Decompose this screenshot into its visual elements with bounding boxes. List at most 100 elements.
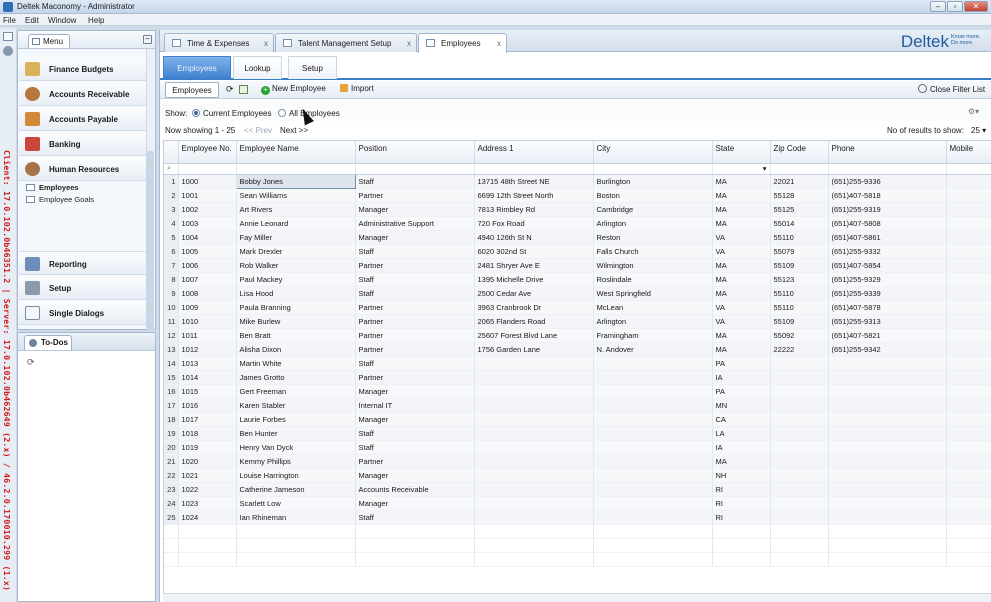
phone-cell[interactable]: (651)255-9313 (828, 314, 947, 329)
employee-no-cell[interactable]: 1024 (178, 510, 237, 525)
table-row[interactable]: 14 1013 Martin White Staff PA (164, 356, 991, 371)
city-cell[interactable]: Reston (593, 230, 713, 245)
phone-cell[interactable] (828, 356, 947, 371)
employee-name-cell[interactable]: Sean Williams (236, 188, 356, 203)
table-row[interactable]: 12 1011 Ben Bratt Partner 25607 Forest Blvd … (164, 328, 991, 343)
state-cell[interactable]: RI (712, 510, 771, 525)
employee-no-cell[interactable]: 1020 (178, 454, 237, 469)
table-row[interactable]: 23 1022 Catherine Jameson Accounts Receivab… (164, 482, 991, 497)
position-cell[interactable]: Administrative Support (355, 216, 475, 231)
table-row[interactable]: 25 1024 Ian Rhineman Staff RI (164, 510, 991, 525)
address-cell[interactable] (474, 510, 594, 525)
position-cell[interactable]: Staff (355, 426, 475, 441)
phone-cell[interactable]: (651)407-5818 (828, 188, 947, 203)
city-cell[interactable]: Arlington (593, 314, 713, 329)
info-icon[interactable] (3, 46, 13, 56)
city-cell[interactable] (593, 370, 713, 385)
employee-name-cell[interactable]: Louise Harrington (236, 468, 356, 483)
employee-no-cell[interactable]: 1019 (178, 440, 237, 455)
phone-cell[interactable] (828, 496, 947, 511)
position-cell[interactable]: Manager (355, 230, 475, 245)
mobile-cell[interactable] (946, 328, 991, 343)
table-row[interactable]: 18 1017 Laurie Forbes Manager CA (164, 412, 991, 427)
import-button[interactable]: Import (340, 84, 374, 93)
mobile-cell[interactable] (946, 482, 991, 497)
address-cell[interactable] (474, 398, 594, 413)
city-cell[interactable] (593, 440, 713, 455)
todo-tab[interactable]: To-Dos (24, 335, 72, 350)
employee-no-cell[interactable]: 1021 (178, 468, 237, 483)
employee-name-cell[interactable]: Mark Drexler (236, 244, 356, 259)
address-cell[interactable] (474, 412, 594, 427)
close-window-button[interactable]: ✕ (964, 1, 988, 12)
zip-code-cell[interactable] (770, 412, 829, 427)
table-row[interactable]: 6 1005 Mark Drexler Staff 6020 302nd St Falls… (164, 244, 991, 259)
employee-no-cell[interactable]: 1007 (178, 272, 237, 287)
table-row[interactable]: 24 1023 Scarlett Low Manager RI (164, 496, 991, 511)
address-cell[interactable] (474, 426, 594, 441)
city-cell[interactable]: Wilmington (593, 258, 713, 273)
zip-code-cell[interactable]: 22222 (770, 342, 829, 357)
city-cell[interactable] (593, 454, 713, 469)
employee-no-cell[interactable]: 1009 (178, 300, 237, 315)
column-header[interactable]: Address 1 (474, 141, 594, 164)
employee-name-cell[interactable]: Paula Branning (236, 300, 356, 315)
state-cell[interactable]: MA (712, 342, 771, 357)
column-header[interactable]: Employee No. (178, 141, 237, 164)
state-cell[interactable]: VA (712, 300, 771, 315)
employee-name-cell[interactable]: Mike Burlew (236, 314, 356, 329)
address-cell[interactable]: 6020 302nd St (474, 244, 594, 259)
position-cell[interactable]: Internal IT (355, 398, 475, 413)
state-cell[interactable]: RI (712, 482, 771, 497)
employee-no-cell[interactable]: 1022 (178, 482, 237, 497)
new-employee-button[interactable]: + New Employee (261, 84, 326, 95)
mobile-cell[interactable] (946, 244, 991, 259)
position-cell[interactable]: Partner (355, 328, 475, 343)
zip-code-cell[interactable]: 55128 (770, 188, 829, 203)
phone-cell[interactable]: (651)255-9319 (828, 202, 947, 217)
zip-code-cell[interactable] (770, 482, 829, 497)
mobile-cell[interactable] (946, 314, 991, 329)
address-cell[interactable] (474, 370, 594, 385)
employee-no-cell[interactable]: 1011 (178, 328, 237, 343)
employee-name-cell[interactable]: Bobby Jones (235, 173, 356, 189)
city-cell[interactable] (593, 482, 713, 497)
position-cell[interactable]: Partner (355, 342, 475, 357)
mobile-cell[interactable] (946, 440, 991, 455)
nav-finance-budgets[interactable]: Finance Budgets (19, 57, 148, 81)
city-cell[interactable]: Burlington (593, 174, 713, 189)
nav-human-resources[interactable]: Human Resources (19, 157, 148, 181)
state-cell[interactable]: MA (712, 286, 771, 301)
address-cell[interactable]: 720 Fox Road (474, 216, 594, 231)
minimize-button[interactable]: – (930, 1, 946, 12)
state-cell[interactable]: LA (712, 426, 771, 441)
refresh-icon[interactable]: ⟳ (27, 357, 35, 368)
employee-name-cell[interactable]: Kemmy Phillips (236, 454, 356, 469)
employee-name-cell[interactable]: Scarlett Low (236, 496, 356, 511)
employee-name-cell[interactable]: Fay Miller (236, 230, 356, 245)
zip-code-cell[interactable] (770, 426, 829, 441)
employee-no-cell[interactable]: 1008 (178, 286, 237, 301)
phone-cell[interactable]: (651)255-9332 (828, 244, 947, 259)
city-cell[interactable]: Roslindale (593, 272, 713, 287)
city-cell[interactable]: Arlington (593, 216, 713, 231)
phone-cell[interactable] (828, 482, 947, 497)
address-cell[interactable]: 4940 126th St N (474, 230, 594, 245)
table-row[interactable]: 5 1004 Fay Miller Manager 4940 126th St N Res… (164, 230, 991, 245)
state-cell[interactable]: VA (712, 244, 771, 259)
employee-name-cell[interactable]: Laurie Forbes (236, 412, 356, 427)
position-cell[interactable]: Staff (355, 356, 475, 371)
employee-name-cell[interactable]: Karen Stabler (236, 398, 356, 413)
zip-code-cell[interactable] (770, 370, 829, 385)
column-header[interactable]: Employee Name (236, 141, 356, 164)
zip-code-cell[interactable] (770, 468, 829, 483)
refresh-icon[interactable]: ⟳ (226, 84, 234, 95)
position-cell[interactable]: Manager (355, 412, 475, 427)
phone-cell[interactable] (828, 454, 947, 469)
employee-name-cell[interactable]: Ian Rhineman (236, 510, 356, 525)
tab-time-expenses[interactable]: Time & Expenses x (164, 33, 274, 52)
column-header[interactable]: State (712, 141, 771, 164)
city-cell[interactable] (593, 384, 713, 399)
zip-code-cell[interactable]: 55109 (770, 258, 829, 273)
employee-name-cell[interactable]: Gert Freeman (236, 384, 356, 399)
